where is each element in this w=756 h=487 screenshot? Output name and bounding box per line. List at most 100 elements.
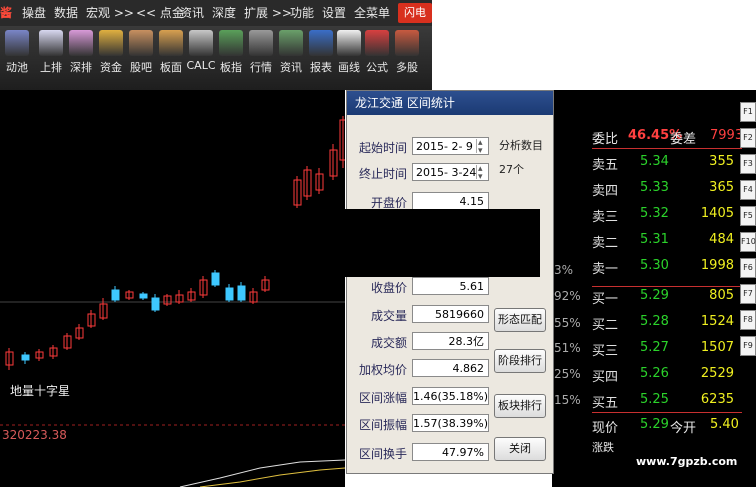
menu-item-depth[interactable]: 深度 [212, 4, 236, 21]
toolbar-button-forum-people[interactable]: 股吧 [126, 30, 156, 75]
analysis-count-label: 分析数目 [499, 139, 543, 152]
toolbar-button-l2-board[interactable]: 板面 [156, 30, 186, 75]
multi-stock-icon [395, 30, 419, 56]
pattern-label: 地量十字星 [10, 384, 71, 398]
side-tool-icon[interactable]: F3 [740, 154, 756, 174]
toolbar-button-capital-coins[interactable]: 资金 [96, 30, 126, 75]
order-level-label: 买三 [592, 344, 619, 359]
candle-body [21, 354, 30, 361]
percent-value: 92% [554, 289, 581, 303]
end-time-value: 2015- 3-24 [416, 166, 477, 179]
order-price: 5.25 [640, 392, 669, 407]
interval-change-label: 区间涨幅 [358, 391, 407, 405]
menu-item-caopan[interactable]: 操盘 [22, 4, 46, 21]
toolbar-button-sector-index[interactable]: 板指 [216, 30, 246, 75]
percent-value: 51% [554, 341, 581, 355]
toolbar-button-draw-line[interactable]: 画线 [334, 30, 364, 75]
close-price-field: 5.61 [412, 277, 489, 295]
candle-body [237, 285, 246, 301]
watermark: www.7gpzb.com [636, 455, 738, 468]
toolbar-button-label: 资讯 [280, 61, 302, 74]
candle-body [139, 293, 148, 299]
order-level-label: 买五 [592, 396, 619, 411]
kline-chart[interactable]: 地量十字星 320223.38 [0, 90, 345, 487]
toolbar-button-calculator[interactable]: CALC [186, 30, 216, 72]
percent-value: 55% [554, 316, 581, 330]
stock-header [552, 90, 756, 126]
side-tool-icon[interactable]: F7 [740, 284, 756, 304]
sector-rank-button[interactable]: 板块排行 [494, 394, 546, 418]
stock-pool-icon [5, 30, 29, 56]
close-price-label: 收盘价 [370, 281, 407, 295]
menu-item-data[interactable]: 数据 [54, 4, 78, 21]
menu-item-macro[interactable]: 宏观 >> [86, 4, 134, 21]
order-price: 5.29 [640, 288, 669, 303]
order-price: 5.28 [640, 314, 669, 329]
market-quote-icon [249, 30, 273, 56]
today-open-label: 今开 [670, 421, 697, 436]
toolbar-button-deep-rank[interactable]: 深排 [66, 30, 96, 75]
report-icon [309, 30, 333, 56]
order-volume: 6235 [700, 392, 734, 407]
toolbar-button-stock-pool[interactable]: 动池 [2, 30, 32, 75]
side-tool-icon[interactable]: F6 [740, 258, 756, 278]
ask-row[interactable]: 卖三 5.32 1405 [552, 206, 742, 230]
menu-item-function[interactable]: 功能 [290, 4, 314, 21]
side-tool-icon[interactable]: F8 [740, 310, 756, 330]
toolbar-button-label: 深排 [70, 61, 92, 74]
side-tool-icon[interactable]: F5 [740, 206, 756, 226]
order-price: 5.33 [640, 180, 669, 195]
candle-body [211, 272, 220, 286]
toolbar-button-label: 公式 [366, 61, 388, 74]
start-time-spinner[interactable] [476, 134, 487, 160]
toolbar-button-upward-rank[interactable]: 上排 [36, 30, 66, 75]
flash-trade-button[interactable]: 闪电 [398, 3, 432, 23]
toolbar-button-multi-stock[interactable]: 多股 [392, 30, 422, 75]
menu-item-extend[interactable]: 扩展 >> [244, 4, 292, 21]
ratio-label: 委比 [592, 132, 619, 147]
side-tool-icon[interactable]: F9 [740, 336, 756, 356]
menu-item-news[interactable]: 资讯 [180, 4, 204, 21]
ask-row[interactable]: 卖二 5.31 484 [552, 232, 742, 256]
interval-amplitude-field: 1.57(38.39%) [412, 414, 489, 432]
side-tool-icon[interactable]: F2 [740, 128, 756, 148]
pattern-match-button[interactable]: 形态匹配 [494, 308, 546, 332]
toolbar-button-label: 行情 [250, 61, 272, 74]
toolbar-button-market-quote[interactable]: 行情 [246, 30, 276, 75]
news-icon [279, 30, 303, 56]
toolbar-button-report[interactable]: 报表 [306, 30, 336, 75]
side-tool-icon[interactable]: F1 [740, 102, 756, 122]
now-value: 5.29 [640, 417, 669, 432]
percent-value: 25% [554, 367, 581, 381]
toolbar-button-formula[interactable]: 公式 [362, 30, 392, 75]
toolbar-button-news[interactable]: 资讯 [276, 30, 306, 75]
l2-board-icon [159, 30, 183, 56]
ask-row[interactable]: 卖五 5.34 355 [552, 154, 742, 178]
ask-row[interactable]: 卖四 5.33 365 [552, 180, 742, 204]
end-time-spinner[interactable] [476, 160, 487, 186]
end-time-label: 终止时间 [358, 167, 407, 181]
percent-value: 15% [554, 393, 581, 407]
toolbar-button-label: 上排 [40, 61, 62, 74]
close-button[interactable]: 关闭 [494, 437, 546, 461]
stage-rank-button[interactable]: 阶段排行 [494, 349, 546, 373]
ask-row[interactable]: 卖一 5.30 1998 [552, 258, 742, 282]
open-price-field: 4.15 [412, 192, 489, 210]
toolbar: 动池 上排 深排 资金 股吧 板面 CALC 板指 行情 资讯 报表 画线 公式 多股 [0, 26, 432, 90]
side-tool-icon[interactable]: F4 [740, 180, 756, 200]
toolbar-button-label: 板面 [160, 61, 182, 74]
end-time-field[interactable]: 2015- 3-24 [412, 160, 489, 186]
order-level-label: 买四 [592, 370, 619, 385]
order-volume: 484 [709, 232, 734, 247]
menu-item-dianjin[interactable]: << 点金 [136, 4, 184, 21]
dialog-title[interactable]: 龙江交通 区间统计 [347, 91, 553, 115]
menu-item-settings[interactable]: 设置 [322, 4, 346, 21]
candle-body [111, 289, 120, 301]
menu-item-all[interactable]: 全菜单 [354, 4, 390, 21]
start-time-field[interactable]: 2015- 2- 9 [412, 134, 489, 160]
order-level-label: 卖三 [592, 210, 619, 225]
rise-label: 涨跌 [592, 441, 614, 454]
order-level-label: 买二 [592, 318, 619, 333]
amount-field: 28.3亿 [412, 332, 489, 350]
side-tool-icon[interactable]: F10 [740, 232, 756, 252]
